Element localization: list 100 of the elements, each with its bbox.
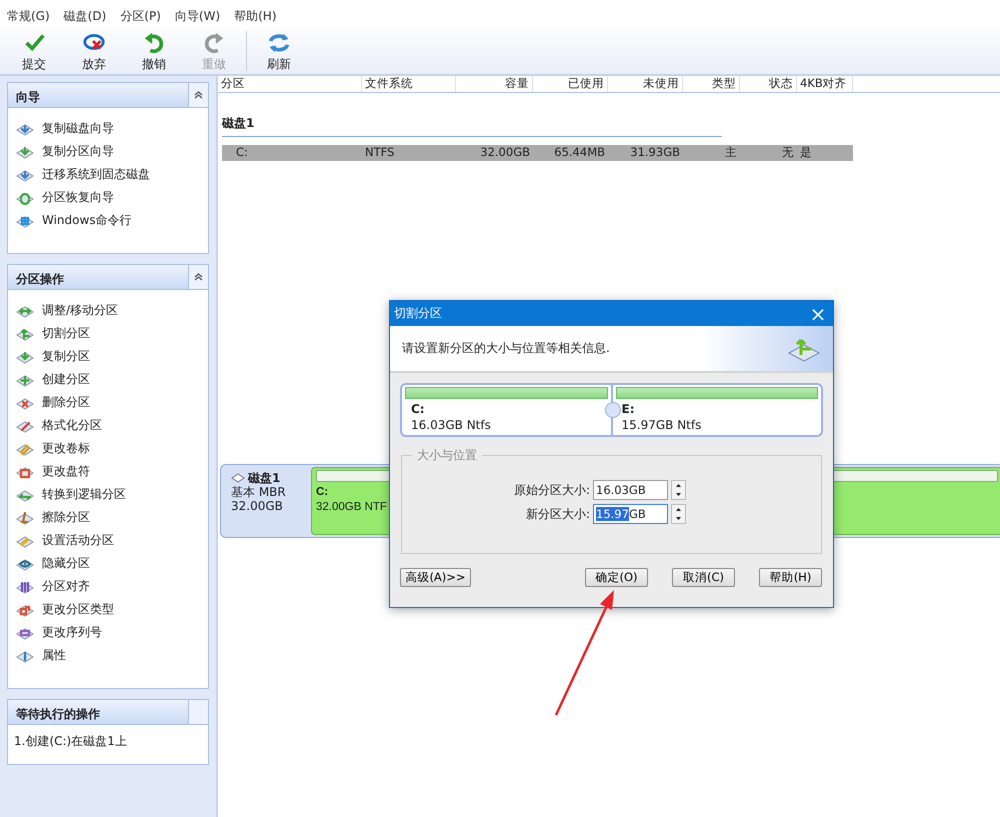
- panel-title: 分区操作: [14, 271, 65, 288]
- item-label: 擦除分区: [42, 509, 90, 526]
- column-header[interactable]: 类型: [683, 76, 740, 92]
- sidebar-item[interactable]: Windows命令行: [16, 209, 208, 232]
- sidebar-item[interactable]: 切割分区: [16, 322, 208, 345]
- sidebar-item[interactable]: 创建分区: [16, 368, 208, 391]
- dialog-button[interactable]: 确定(O): [585, 568, 648, 587]
- item-label: Windows命令行: [42, 212, 132, 229]
- up-arrow-icon: [676, 484, 681, 487]
- partition-row[interactable]: C: NTFS 32.00GB 65.44MB 31.93GB 主 无 是: [222, 145, 853, 161]
- item-label: 属性: [42, 647, 66, 664]
- partition-info: 32.00GB NTF: [316, 500, 387, 515]
- sidebar-item[interactable]: 更改序列号: [16, 621, 208, 644]
- split-handle[interactable]: [604, 402, 620, 418]
- sidebar-item[interactable]: 格式化分区: [16, 414, 208, 437]
- toolbar-button[interactable]: 放弃: [64, 30, 124, 72]
- item-label: 更改盘符: [42, 463, 90, 480]
- pending-operation: 1.创建(C:)在磁盘1上: [14, 733, 128, 750]
- sidebar-item[interactable]: 复制分区向导: [16, 140, 208, 163]
- group-title: 大小与位置: [416, 447, 478, 464]
- sidebar-item[interactable]: 转换到逻辑分区: [16, 483, 208, 506]
- field-label: 原始分区大小:: [514, 482, 590, 498]
- disk-type: 基本 MBR: [231, 485, 287, 499]
- item-label: 复制磁盘向导: [42, 120, 114, 137]
- item-label: 删除分区: [42, 394, 90, 411]
- spin-button[interactable]: [671, 480, 686, 500]
- sidebar-item[interactable]: 复制分区: [16, 345, 208, 368]
- dialog-title: 切割分区: [394, 305, 442, 322]
- sidebar-item[interactable]: 更改卷标: [16, 437, 208, 460]
- dialog-button[interactable]: 取消(C): [672, 568, 735, 587]
- collapse-button[interactable]: [188, 265, 208, 289]
- column-header[interactable]: 状态: [740, 76, 797, 92]
- item-label: 转换到逻辑分区: [42, 486, 126, 503]
- dialog-button[interactable]: 帮助(H): [759, 568, 822, 587]
- item-label: 格式化分区: [42, 417, 102, 434]
- table-cell-text: C:: [235, 145, 249, 161]
- partition-splitter[interactable]: C: 16.03GB Ntfs E: 15.97GB Ntfs: [400, 383, 823, 437]
- collapse-button[interactable]: [188, 83, 208, 107]
- sidebar-item[interactable]: 复制磁盘向导: [16, 117, 208, 140]
- disk-group-title: 磁盘1: [222, 115, 722, 137]
- sidebar-item[interactable]: 分区对齐: [16, 575, 208, 598]
- table-cell-text: 主: [724, 145, 738, 161]
- field-label: 新分区大小:: [526, 506, 590, 522]
- item-label: 切割分区: [42, 325, 90, 342]
- toolbar-button[interactable]: 提交: [4, 30, 64, 72]
- item-label: 更改序列号: [42, 624, 102, 641]
- sidebar-item[interactable]: 删除分区: [16, 391, 208, 414]
- item-label: 调整/移动分区: [42, 302, 118, 319]
- toolbar-button[interactable]: 刷新: [249, 30, 309, 72]
- table-cell-text: 31.93GB: [629, 145, 681, 161]
- sidebar-item[interactable]: 调整/移动分区: [16, 299, 208, 322]
- table-cell-text: 32.00GB: [479, 145, 531, 161]
- sidebar-item[interactable]: 属性: [16, 644, 208, 667]
- sidebar-item[interactable]: 分区恢复向导: [16, 186, 208, 209]
- size-field[interactable]: 16.03GB: [593, 480, 668, 500]
- toolbar-button[interactable]: 撤销: [124, 30, 184, 72]
- column-header[interactable]: 未使用: [608, 76, 683, 92]
- sidebar-item[interactable]: 迁移系统到固态磁盘: [16, 163, 208, 186]
- partition-info: 15.97GB Ntfs: [620, 417, 702, 433]
- partition-name: C:: [316, 485, 328, 500]
- item-label: 更改分区类型: [42, 601, 114, 618]
- partition-name: E:: [620, 401, 634, 417]
- menu-item[interactable]: 帮助(H): [231, 8, 288, 28]
- disk-size: 32.00GB: [231, 499, 284, 513]
- sidebar-item[interactable]: 设置活动分区: [16, 529, 208, 552]
- column-header[interactable]: 文件系统: [362, 76, 456, 92]
- spin-button[interactable]: [671, 504, 686, 524]
- column-header[interactable]: 容量: [456, 76, 533, 92]
- menu-item[interactable]: 分区(P): [117, 8, 172, 28]
- menu-item[interactable]: 磁盘(D): [60, 8, 118, 28]
- item-label: 复制分区向导: [42, 143, 114, 160]
- menu-item[interactable]: 向导(W): [172, 8, 232, 28]
- column-header[interactable]: 4KB对齐: [797, 76, 853, 92]
- panel-title: 向导: [15, 89, 41, 106]
- item-label: 分区恢复向导: [42, 189, 114, 206]
- table-cell-text: 无: [781, 145, 795, 161]
- item-label: 更改卷标: [42, 440, 90, 457]
- down-arrow-icon: [676, 517, 681, 520]
- panel-title: 等待执行的操作: [15, 706, 101, 723]
- collapse-icon: [194, 91, 203, 99]
- table-cell-text: 65.44MB: [553, 145, 606, 161]
- down-arrow-icon: [676, 493, 681, 496]
- column-header[interactable]: 已使用: [533, 76, 608, 92]
- advanced-button[interactable]: 高级(A)>>: [400, 568, 471, 587]
- size-field[interactable]: 15.97GB: [593, 504, 668, 524]
- sidebar-item[interactable]: 更改盘符: [16, 460, 208, 483]
- menu-item[interactable]: 常规(G): [4, 8, 61, 28]
- sidebar-item[interactable]: 更改分区类型: [16, 598, 208, 621]
- item-label: 隐藏分区: [42, 555, 90, 572]
- item-label: 迁移系统到固态磁盘: [42, 166, 150, 183]
- disk-name: 磁盘1: [231, 471, 307, 485]
- close-button[interactable]: ×: [803, 302, 833, 326]
- table-cell-text: 是: [799, 145, 813, 161]
- item-label: 复制分区: [42, 348, 90, 365]
- partition-info: 16.03GB Ntfs: [410, 417, 491, 433]
- dialog-description: 请设置新分区的大小与位置等相关信息.: [402, 340, 610, 357]
- partition-name: C:: [410, 401, 425, 417]
- column-header[interactable]: 分区: [218, 76, 362, 92]
- sidebar-item[interactable]: 擦除分区: [16, 506, 208, 529]
- sidebar-item[interactable]: 隐藏分区: [16, 552, 208, 575]
